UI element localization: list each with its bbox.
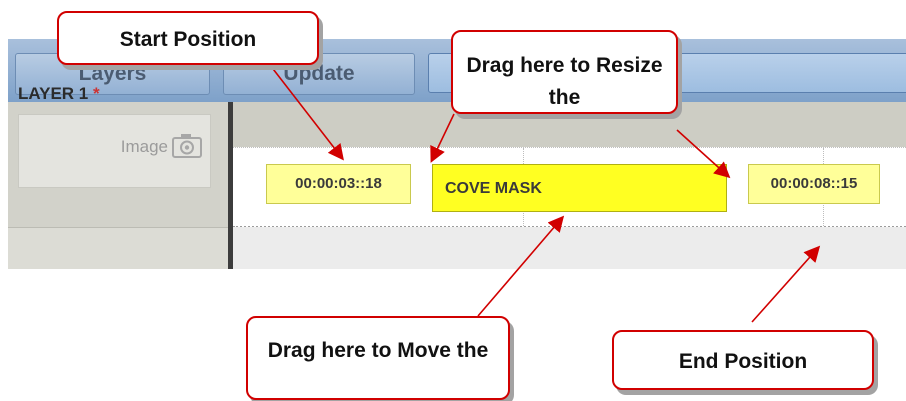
clip-cove-mask[interactable]: COVE MASK — [432, 164, 727, 212]
callout-start-position: Start Position — [57, 11, 319, 65]
end-time-handle[interactable]: 00:00:08::15 — [748, 164, 880, 204]
callout-resize: Drag here to Resize the — [451, 30, 678, 114]
camera-icon — [172, 134, 202, 158]
layer-item-label: Image — [120, 137, 168, 156]
callout-move: Drag here to Move the — [246, 316, 510, 400]
layer-title: LAYER 1 * — [18, 84, 100, 104]
layer-title-text: LAYER 1 — [18, 84, 89, 103]
start-time-handle[interactable]: 00:00:03::18 — [266, 164, 411, 204]
empty-layer-row — [8, 227, 228, 269]
empty-track — [233, 227, 906, 269]
modified-marker: * — [92, 84, 100, 103]
layer-item-image[interactable]: Image — [18, 114, 211, 188]
callout-end-position: End Position — [612, 330, 874, 390]
